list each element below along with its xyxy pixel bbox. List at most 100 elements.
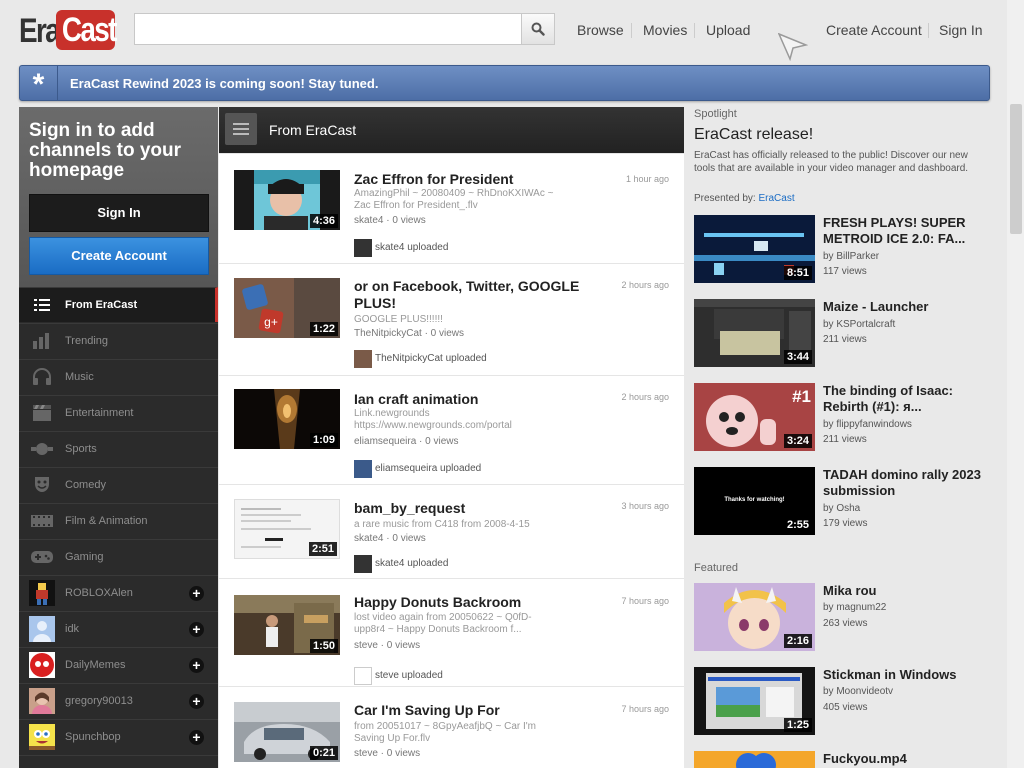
- spotlight-title[interactable]: EraCast release!: [694, 126, 813, 144]
- sidebar-channel-robloxalen[interactable]: ROBLOXAlen +: [19, 575, 218, 610]
- feed-header: From EraCast: [219, 107, 684, 153]
- nav-browse[interactable]: Browse: [577, 22, 624, 38]
- video-time: 7 hours ago: [621, 596, 669, 606]
- feed-item: 1:09 Ian craft animation Link.newgrounds…: [219, 375, 684, 484]
- sidebar-item-trending[interactable]: Trending: [19, 323, 218, 358]
- avatar: [29, 724, 55, 750]
- video-duration: 2:51: [308, 542, 337, 556]
- video-thumbnail[interactable]: 1:50: [234, 595, 340, 655]
- sidebar-channel-dailymemes[interactable]: DailyMemes +: [19, 647, 218, 682]
- video-thumbnail[interactable]: g+ 1:22: [234, 278, 340, 338]
- video-title[interactable]: Fuckyou.mp4: [823, 751, 998, 767]
- add-channel-icon[interactable]: +: [189, 694, 204, 709]
- nav-sign-in[interactable]: Sign In: [939, 22, 983, 38]
- sidebar-item-music[interactable]: Music: [19, 359, 218, 394]
- video-meta: skate4 · 0 views: [354, 215, 426, 226]
- video-title[interactable]: Car I'm Saving Up For: [354, 702, 614, 719]
- video-thumbnail[interactable]: 4:36: [234, 170, 340, 230]
- video-author[interactable]: by Osha: [823, 503, 860, 514]
- video-duration: 1:50: [309, 639, 338, 653]
- video-thumbnail[interactable]: #1 3:24: [694, 383, 815, 451]
- logo-cast-text: Cast: [61, 11, 118, 49]
- video-duration: 1:09: [309, 433, 338, 447]
- video-title[interactable]: or on Facebook, Twitter, GOOGLE PLUS!: [354, 278, 614, 312]
- list-icon: [225, 113, 257, 145]
- sidebar-item-label: From EraCast: [65, 299, 138, 311]
- add-channel-icon[interactable]: +: [189, 586, 204, 601]
- video-author[interactable]: by magnum22: [823, 602, 886, 613]
- video-author[interactable]: by Moonvideotv: [823, 686, 893, 697]
- scrollbar-thumb[interactable]: [1010, 104, 1022, 234]
- bar-chart-icon: [31, 332, 53, 350]
- video-title[interactable]: Ian craft animation: [354, 391, 614, 408]
- video-thumbnail[interactable]: 0:21: [234, 702, 340, 762]
- nav-movies[interactable]: Movies: [643, 22, 687, 38]
- video-description: Link.newgrounds https://www.newgrounds.c…: [354, 408, 512, 431]
- video-author[interactable]: by flippyfanwindows: [823, 419, 912, 430]
- sidebar-item-comedy[interactable]: Comedy: [19, 467, 218, 502]
- eracast-logo[interactable]: Era Cast: [19, 10, 118, 50]
- presented-label: Presented by:: [694, 193, 756, 204]
- film-icon: [31, 512, 53, 530]
- add-channel-icon[interactable]: +: [189, 730, 204, 745]
- sidebar-channel-gregory90013[interactable]: gregory90013 +: [19, 683, 218, 718]
- sidebar-channel-spunchbop[interactable]: Spunchbop +: [19, 719, 218, 754]
- video-duration: 1:22: [309, 322, 338, 336]
- video-thumbnail[interactable]: [694, 751, 815, 768]
- video-duration: 4:36: [309, 214, 338, 228]
- video-title[interactable]: Happy Donuts Backroom: [354, 594, 614, 611]
- search-button[interactable]: [521, 13, 555, 45]
- video-thumbnail[interactable]: 8:51: [694, 215, 815, 283]
- sports-icon: [31, 440, 53, 458]
- sidebar-create-account-button[interactable]: Create Account: [29, 237, 209, 275]
- list-icon: [31, 296, 53, 314]
- video-title[interactable]: Mika rou: [823, 583, 998, 599]
- nav-create-account[interactable]: Create Account: [826, 22, 922, 38]
- video-meta: steve · 0 views: [354, 640, 421, 651]
- video-author[interactable]: by BillParker: [823, 251, 879, 262]
- video-title[interactable]: bam_by_request: [354, 500, 614, 517]
- sidebar-sign-in-button[interactable]: Sign In: [29, 194, 209, 232]
- avatar: [29, 688, 55, 714]
- sidebar-item-gaming[interactable]: Gaming: [19, 539, 218, 574]
- presented-by-link[interactable]: EraCast: [759, 193, 795, 204]
- video-description: GOOGLE PLUS!!!!!!: [354, 314, 443, 325]
- add-channel-icon[interactable]: +: [189, 658, 204, 673]
- video-views: 405 views: [823, 702, 868, 713]
- sidebar-channel-idk[interactable]: idk +: [19, 611, 218, 646]
- video-time: 1 hour ago: [625, 174, 669, 184]
- video-title[interactable]: The binding of Isaac: Rebirth (#1): я...: [823, 383, 998, 415]
- video-title[interactable]: Stickman in Windows: [823, 667, 998, 683]
- spotlight-video: 3:44 Maize - Launcher by KSPortalcraft 2…: [694, 299, 1004, 369]
- video-thumbnail[interactable]: Thanks for watching! 2:55: [694, 467, 815, 535]
- video-thumbnail[interactable]: 1:09: [234, 389, 340, 449]
- video-title[interactable]: TADAH domino rally 2023 submission: [823, 467, 998, 499]
- avatar: [354, 239, 372, 257]
- sidebar-item-sports[interactable]: Sports: [19, 431, 218, 466]
- banner-message: EraCast Rewind 2023 is coming soon! Stay…: [70, 76, 379, 91]
- nav-separator: [631, 23, 632, 38]
- gamepad-icon: [31, 548, 53, 566]
- search-input[interactable]: [134, 13, 522, 45]
- video-title[interactable]: FRESH PLAYS! SUPER METROID ICE 2.0: FA..…: [823, 215, 998, 247]
- add-channel-icon[interactable]: +: [189, 622, 204, 637]
- sidebar-item-label: Entertainment: [65, 407, 134, 419]
- signin-title: Sign in to add channels to your homepage: [29, 120, 182, 181]
- video-thumbnail[interactable]: 3:44: [694, 299, 815, 367]
- sidebar: Sign in to add channels to your homepage…: [19, 107, 218, 768]
- right-column: Spotlight EraCast release! EraCast has o…: [694, 107, 1004, 768]
- sidebar-item-film-animation[interactable]: Film & Animation: [19, 503, 218, 538]
- video-thumbnail[interactable]: 2:16: [694, 583, 815, 651]
- video-title[interactable]: Maize - Launcher: [823, 299, 998, 315]
- video-title[interactable]: Zac Effron for President: [354, 171, 614, 188]
- video-thumbnail[interactable]: 2:51: [234, 499, 340, 559]
- video-duration: 2:55: [783, 518, 812, 532]
- sidebar-item-from-eracast[interactable]: From EraCast: [19, 287, 218, 322]
- nav-upload[interactable]: Upload: [706, 22, 750, 38]
- sidebar-item-entertainment[interactable]: Entertainment: [19, 395, 218, 430]
- sidebar-channel-partial[interactable]: [19, 755, 218, 768]
- video-author[interactable]: by KSPortalcraft: [823, 319, 895, 330]
- nav-separator: [694, 23, 695, 38]
- video-duration: 3:44: [783, 350, 812, 364]
- video-thumbnail[interactable]: 1:25: [694, 667, 815, 735]
